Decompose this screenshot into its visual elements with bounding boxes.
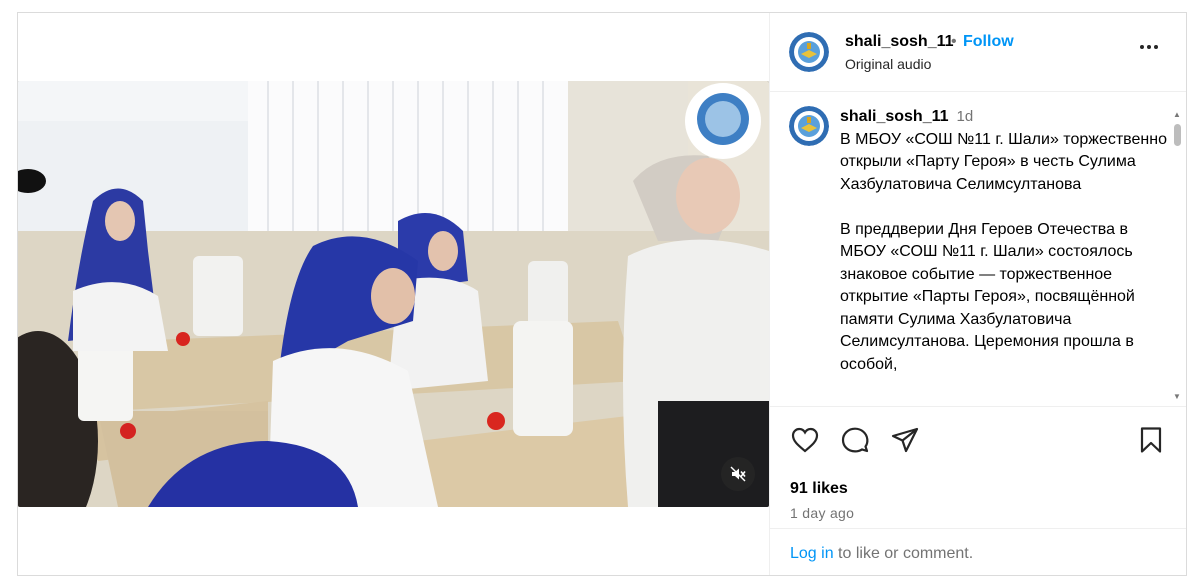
post-timestamp[interactable]: 1 day ago (790, 505, 854, 521)
caption-scrollbar[interactable] (1174, 124, 1181, 146)
scroll-down-arrow-icon[interactable]: ▼ (1173, 393, 1181, 401)
likes-count[interactable]: 91 likes (790, 480, 848, 498)
login-link[interactable]: Log in (790, 545, 834, 562)
caption-avatar[interactable] (789, 106, 829, 146)
avatar[interactable] (789, 32, 829, 72)
caption-body: В МБОУ «СОШ №11 г. Шали» торжественно от… (840, 130, 1167, 373)
comment-icon[interactable] (840, 425, 870, 455)
login-prompt: Log in to like or comment. (790, 545, 973, 563)
audio-label[interactable]: Original audio (845, 56, 931, 72)
mute-toggle-button[interactable] (721, 457, 755, 491)
login-prompt-row (770, 528, 1186, 529)
video-frame (18, 81, 769, 507)
post-sidebar: shali_sosh_11 • Follow Original audio sh… (769, 13, 1186, 575)
muted-speaker-icon (730, 466, 746, 482)
actions-bar: 91 likes 1 day ago (770, 406, 1186, 557)
school-logo-icon (789, 32, 829, 72)
caption-username[interactable]: shali_sosh_11 (840, 108, 949, 125)
share-icon[interactable] (890, 425, 920, 455)
bookmark-icon[interactable] (1136, 425, 1166, 455)
follow-button[interactable]: Follow (963, 33, 1014, 51)
username-link[interactable]: shali_sosh_11 (845, 33, 954, 51)
heart-icon[interactable] (790, 425, 820, 455)
login-prompt-text: to like or comment. (833, 545, 974, 562)
more-horizontal-icon[interactable] (1138, 41, 1160, 53)
caption-time: 1d (956, 108, 974, 125)
post-video[interactable] (18, 81, 769, 507)
separator-dot: • (951, 33, 957, 50)
post-header: shali_sosh_11 • Follow Original audio (770, 13, 1186, 92)
scroll-up-arrow-icon[interactable]: ▲ (1173, 111, 1181, 119)
caption-text: shali_sosh_11 1d В МБОУ «СОШ №11 г. Шали»… (840, 106, 1170, 376)
post-dialog: shali_sosh_11 • Follow Original audio sh… (17, 12, 1187, 576)
caption-section: shali_sosh_11 1d В МБОУ «СОШ №11 г. Шали»… (770, 92, 1186, 406)
school-logo-icon (789, 106, 829, 146)
